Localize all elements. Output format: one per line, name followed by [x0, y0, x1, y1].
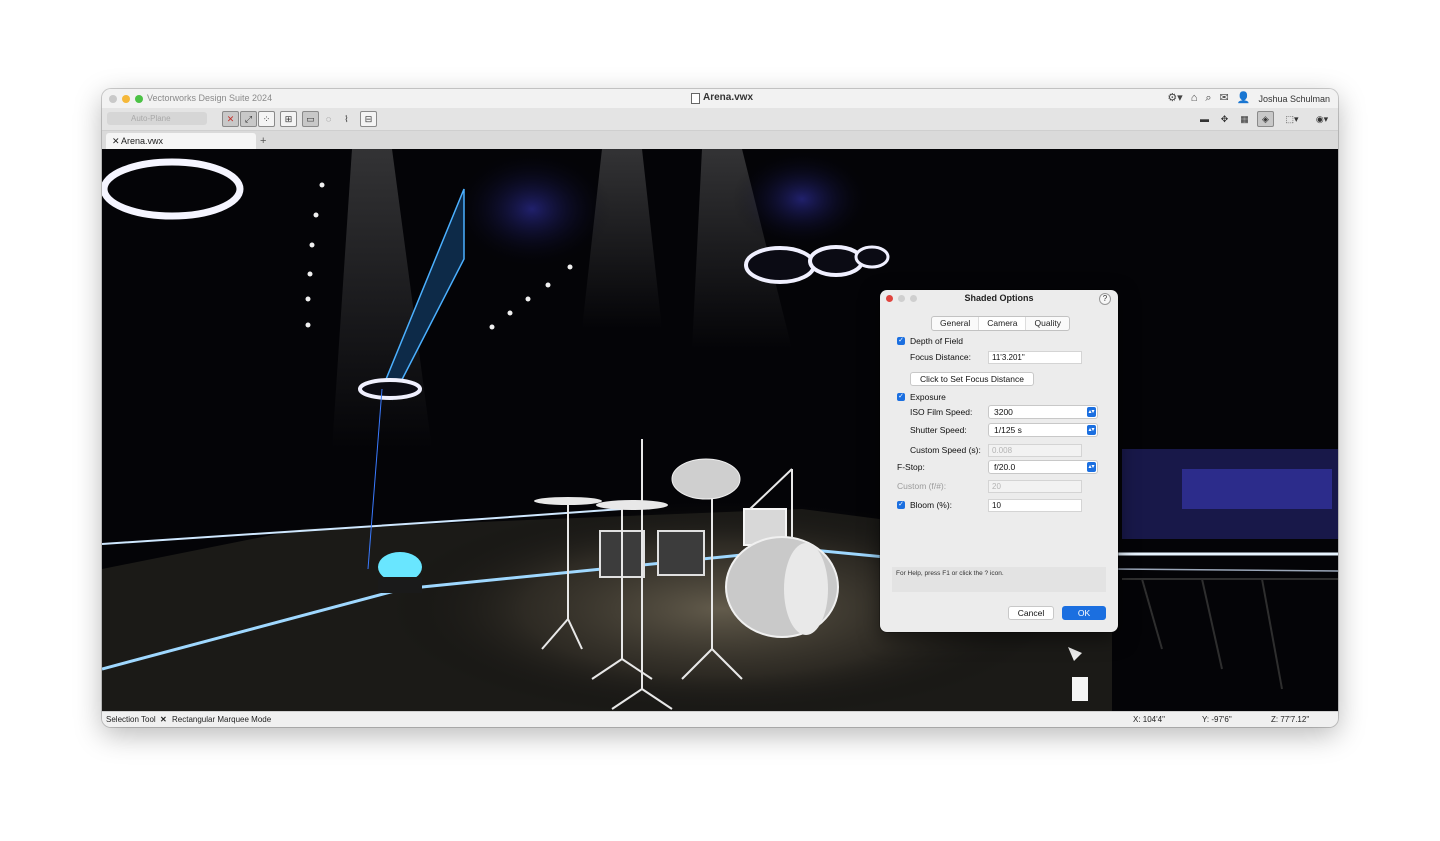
- rail-light: [1111, 568, 1338, 572]
- ring-light: [854, 245, 890, 269]
- coord-z: Z: 77'7.12": [1271, 715, 1310, 724]
- tab-camera[interactable]: Camera: [979, 317, 1027, 330]
- iso-value: 3200: [994, 407, 1013, 417]
- title-bar: Vectorworks Design Suite 2024 Arena.vwx …: [102, 89, 1338, 108]
- lasso-button[interactable]: ◌: [320, 111, 337, 127]
- tab-arena[interactable]: ✕ Arena.vwx: [106, 133, 256, 149]
- shutter-speed-select[interactable]: 1/125 s ▴▾: [988, 423, 1098, 437]
- ring-light: [808, 245, 864, 277]
- iso-film-speed-label: ISO Film Speed:: [910, 407, 973, 417]
- bloom-checkbox[interactable]: ✓: [897, 501, 905, 509]
- help-text: For Help, press F1 or click the ? icon.: [892, 567, 1106, 592]
- moving-head-base: [378, 577, 422, 593]
- f-stop-select[interactable]: f/20.0 ▴▾: [988, 460, 1098, 474]
- tab-general[interactable]: General: [932, 317, 980, 330]
- custom-f-field: 20: [988, 480, 1082, 493]
- depth-of-field-label: Depth of Field: [910, 336, 963, 346]
- views-icon[interactable]: ▦: [1236, 111, 1253, 127]
- custom-speed-label: Custom Speed (s):: [910, 445, 981, 455]
- cymbal: [671, 458, 741, 500]
- custom-speed-field: 0.008: [988, 444, 1082, 457]
- kick-drum-head: [784, 543, 828, 635]
- tom-drum: [657, 530, 705, 576]
- bloom-label: Bloom (%):: [910, 500, 953, 510]
- shaded-options-dialog: Shaded Options ? General Camera Quality …: [880, 290, 1118, 632]
- projection-icon[interactable]: ⬚▾: [1280, 111, 1304, 127]
- screen-icon[interactable]: ▬: [1196, 111, 1213, 127]
- minimize-window-button[interactable]: [122, 95, 130, 103]
- blue-glow: [732, 149, 872, 249]
- blue-glow: [452, 149, 612, 269]
- app-title: Vectorworks Design Suite 2024: [147, 93, 273, 103]
- selection-mode-button-2[interactable]: ⤢: [240, 111, 257, 127]
- selection-mode-button-4[interactable]: ⊞: [280, 111, 297, 127]
- stepper-icon: ▴▾: [1087, 425, 1096, 435]
- status-mode: Rectangular Marquee Mode: [172, 715, 272, 724]
- focus-distance-label: Focus Distance:: [910, 352, 971, 362]
- user-icon: 👤: [1236, 92, 1251, 104]
- drawing-viewport[interactable]: [102, 149, 1338, 711]
- stepper-icon: ▴▾: [1087, 407, 1096, 417]
- dialog-title: Shaded Options: [964, 293, 1034, 303]
- polygon-marquee-button[interactable]: ⌇: [338, 111, 355, 127]
- app-window: Vectorworks Design Suite 2024 Arena.vwx …: [102, 89, 1338, 727]
- shutter-value: 1/125 s: [994, 425, 1022, 435]
- status-bar: Selection Tool ✕ Rectangular Marquee Mod…: [102, 711, 1338, 727]
- tab-label: Arena.vwx: [121, 136, 164, 146]
- selection-mode-button-3[interactable]: ⁘: [258, 111, 275, 127]
- user-name[interactable]: Joshua Schulman: [1258, 94, 1330, 104]
- focus-distance-field[interactable]: 11'3.201": [988, 351, 1082, 364]
- audience-seating-lit: [1182, 469, 1332, 509]
- shutter-speed-label: Shutter Speed:: [910, 425, 967, 435]
- close-window-button[interactable]: [109, 95, 117, 103]
- dialog-tabs: General Camera Quality: [931, 316, 1070, 331]
- cymbal: [596, 500, 668, 510]
- mail-icon[interactable]: ✉: [1220, 93, 1229, 104]
- ok-button[interactable]: OK: [1062, 606, 1106, 620]
- ring-light: [102, 158, 244, 220]
- status-tool: Selection Tool: [106, 715, 156, 724]
- iso-film-speed-select[interactable]: 3200 ▴▾: [988, 405, 1098, 419]
- status-mode-marker: ✕: [160, 715, 167, 724]
- rendered-scene: [102, 149, 1338, 711]
- titlebar-actions: ⚙▾ ⌂ ⌕ ✉ 👤 Joshua Schulman: [1167, 91, 1330, 106]
- maximize-window-button[interactable]: [135, 95, 143, 103]
- f-stop-value: f/20.0: [994, 462, 1016, 472]
- auto-plane-selector[interactable]: Auto-Plane: [107, 112, 207, 125]
- gear-icon[interactable]: ⚙▾: [1167, 93, 1182, 104]
- home-icon[interactable]: ⌂: [1191, 93, 1198, 104]
- exposure-checkbox[interactable]: ✓: [897, 393, 905, 401]
- globe-icon[interactable]: ◉▾: [1310, 111, 1334, 127]
- bloom-field[interactable]: 10: [988, 499, 1082, 512]
- document-title: Arena.vwx: [703, 92, 754, 103]
- rectangle-marquee-button[interactable]: ▭: [302, 111, 319, 127]
- render-icon[interactable]: ◈: [1257, 111, 1274, 127]
- document-icon: [691, 93, 700, 104]
- cancel-button[interactable]: Cancel: [1008, 606, 1054, 620]
- set-focus-distance-button[interactable]: Click to Set Focus Distance: [910, 372, 1034, 386]
- search-icon[interactable]: ⌕: [1205, 93, 1211, 104]
- f-stop-label: F-Stop:: [897, 462, 925, 472]
- document-tab-bar: ✕ Arena.vwx +: [102, 131, 1338, 149]
- coord-y: Y: -97'6": [1202, 715, 1232, 724]
- truss: [1122, 578, 1338, 690]
- selection-mode-button-1[interactable]: ✕: [222, 111, 239, 127]
- depth-of-field-checkbox[interactable]: ✓: [897, 337, 905, 345]
- custom-f-label: Custom (f/#):: [897, 481, 947, 491]
- view-bar: Auto-Plane ✕ ⤢ ⁘ ⊞ ▭ ◌ ⌇ ⊟ ▬ ✥ ▦ ◈ ⬚▾ ◉▾: [102, 108, 1338, 131]
- ring-light: [358, 378, 422, 400]
- coord-x: X: 104'4": [1133, 715, 1165, 724]
- ring-light: [744, 246, 816, 284]
- stepper-icon: ▴▾: [1087, 462, 1096, 472]
- stage-marker: [1072, 677, 1088, 701]
- light-beam: [332, 149, 432, 449]
- flyover-icon[interactable]: ✥: [1216, 111, 1233, 127]
- exposure-label: Exposure: [910, 392, 946, 402]
- add-tab-button[interactable]: +: [260, 133, 266, 149]
- help-icon[interactable]: ?: [1099, 293, 1111, 305]
- tab-quality[interactable]: Quality: [1026, 317, 1068, 330]
- selection-options-button[interactable]: ⊟: [360, 111, 377, 127]
- tab-close-icon[interactable]: ✕: [112, 133, 120, 149]
